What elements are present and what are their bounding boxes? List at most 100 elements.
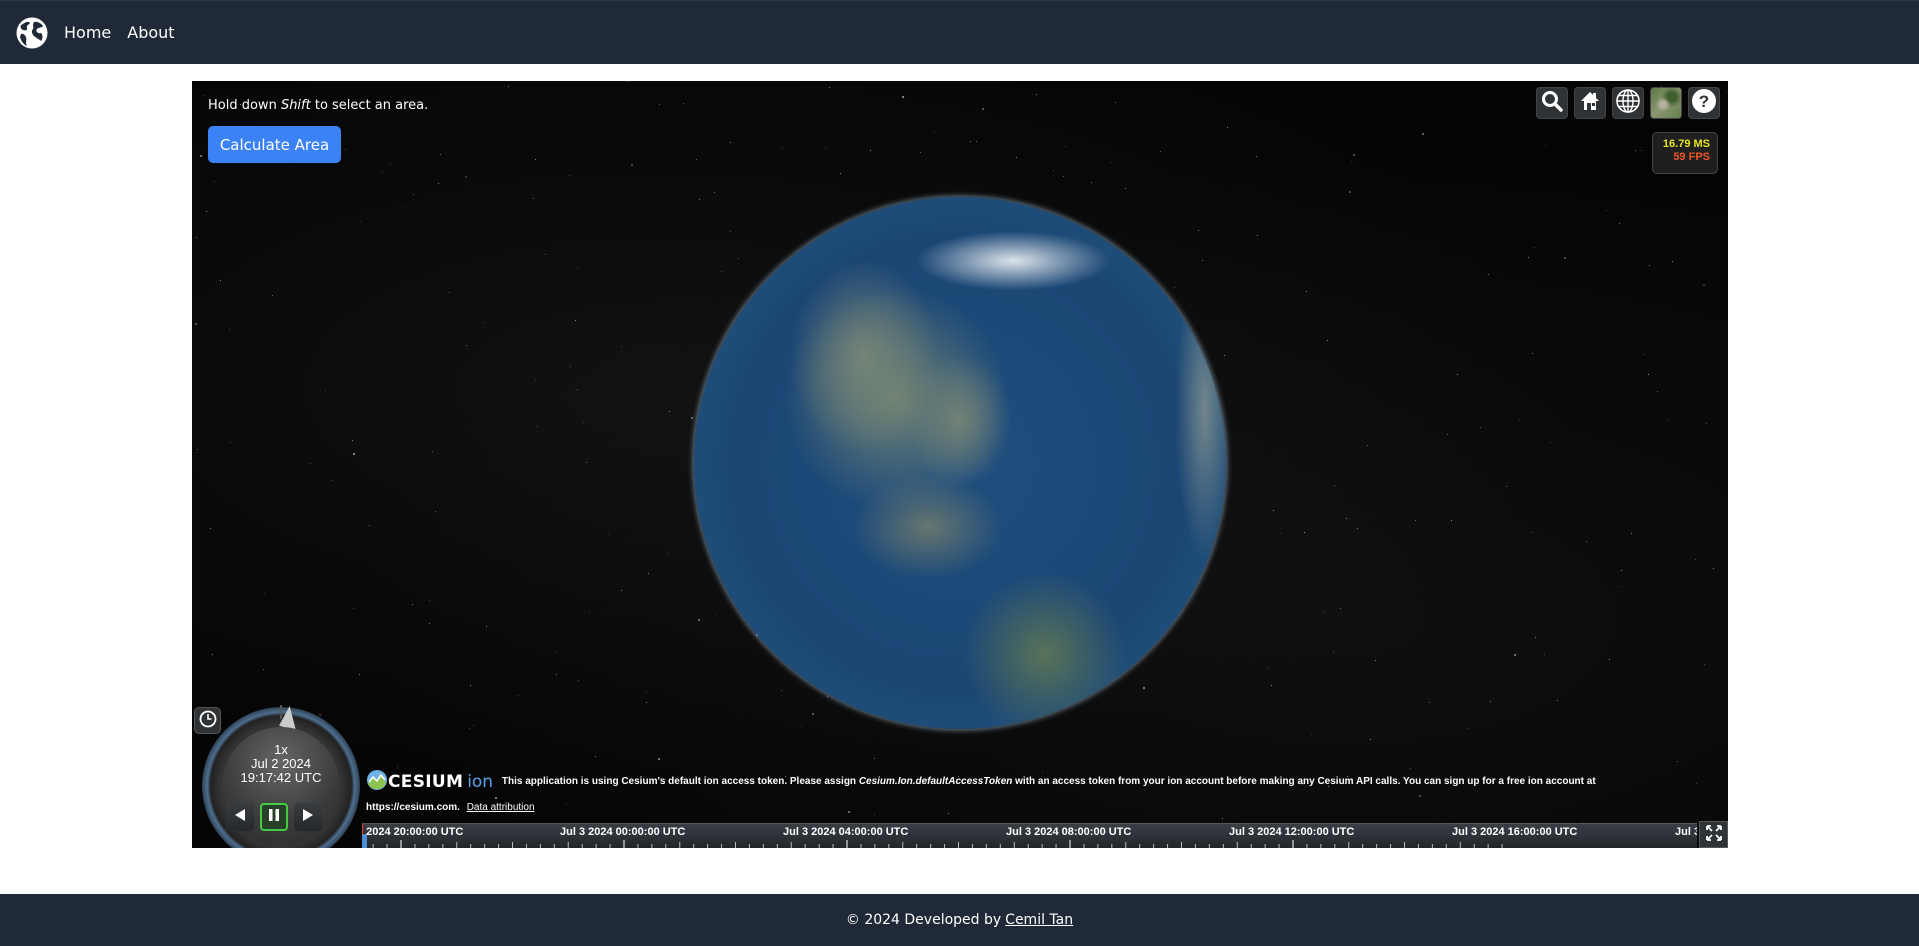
- star: [1224, 355, 1226, 357]
- star: [381, 171, 383, 173]
- star: [1550, 442, 1552, 444]
- star: [449, 292, 451, 294]
- star: [556, 674, 558, 676]
- star: [532, 198, 534, 200]
- star: [828, 87, 830, 89]
- footer-author-link[interactable]: Cemil Tan: [1005, 912, 1073, 928]
- timeline-label: Jul 3 2024 20:00:00 UTC: [1675, 826, 1697, 838]
- star: [1712, 568, 1714, 570]
- geocoder-search-button[interactable]: [1536, 87, 1568, 119]
- star: [555, 650, 557, 652]
- star: [1631, 533, 1633, 535]
- hint-key: Shift: [280, 98, 311, 113]
- star: [1421, 133, 1424, 136]
- pause-button[interactable]: [260, 803, 288, 831]
- timeline-ticks: [372, 840, 1503, 848]
- star: [1255, 156, 1257, 158]
- star: [1114, 102, 1116, 104]
- credits-container: CESIUM ion This application is using Ces…: [366, 769, 1696, 813]
- play-reverse-button[interactable]: [226, 803, 254, 831]
- earth-globe[interactable]: [694, 197, 1226, 729]
- star: [575, 319, 577, 321]
- cesium-ion-logo[interactable]: CESIUM ion: [366, 769, 493, 794]
- star: [1310, 733, 1312, 735]
- star: [1326, 340, 1328, 342]
- cesium-ion-text: ion: [467, 771, 494, 792]
- star: [1357, 528, 1359, 529]
- star: [1649, 265, 1651, 267]
- star: [412, 603, 414, 605]
- star: [1446, 433, 1448, 435]
- star: [199, 154, 202, 157]
- play-forward-button[interactable]: [294, 803, 322, 831]
- star: [1323, 611, 1325, 613]
- star: [1694, 558, 1696, 560]
- scene-mode-button[interactable]: [1612, 87, 1644, 119]
- star: [630, 163, 633, 166]
- animation-speed: 1x: [274, 742, 288, 757]
- star: [324, 390, 326, 392]
- cesium-viewer[interactable]: Hold down Shift to select an area. Calcu…: [192, 81, 1728, 848]
- star: [440, 153, 442, 155]
- calculate-area-button[interactable]: Calculate Area: [208, 126, 341, 163]
- star: [1053, 169, 1055, 171]
- timeline[interactable]: Jul 2 2024 20:00:00 UTC Jul 3 2024 00:00…: [362, 823, 1697, 848]
- frame-time: 16.79 MS: [1662, 138, 1710, 150]
- star: [483, 321, 485, 323]
- star: [1617, 586, 1619, 588]
- nav-link-home[interactable]: Home: [64, 23, 111, 42]
- star: [1451, 519, 1453, 521]
- credits-token-code: Cesium.Ion.defaultAccessToken: [858, 776, 1013, 788]
- star: [1535, 637, 1537, 639]
- star: [1160, 151, 1162, 153]
- home-button[interactable]: [1574, 87, 1606, 119]
- star: [608, 534, 610, 536]
- star: [229, 329, 230, 331]
- globe-icon[interactable]: [15, 16, 49, 50]
- clock-button[interactable]: [194, 707, 221, 734]
- star: [1348, 190, 1351, 193]
- star: [1518, 419, 1520, 421]
- star: [434, 510, 436, 512]
- star: [1279, 532, 1281, 534]
- animation-clock-text: 1x Jul 2 2024 19:17:42 UTC: [222, 743, 340, 785]
- star: [1648, 374, 1650, 376]
- timeline-scrubber-handle[interactable]: [362, 834, 367, 848]
- data-attribution-link[interactable]: Data attribution: [467, 802, 535, 813]
- footer-copyright: © 2024 Developed by: [845, 912, 1002, 928]
- star: [576, 267, 578, 269]
- nav-link-about[interactable]: About: [127, 23, 174, 42]
- star: [714, 615, 716, 617]
- star: [1634, 149, 1636, 151]
- star: [969, 141, 971, 143]
- credits-message-1: This application is using Cesium's defau…: [501, 776, 859, 788]
- timeline-label: Jul 3 2024 00:00:00 UTC: [560, 826, 686, 838]
- star: [595, 756, 597, 757]
- star: [782, 147, 784, 149]
- animation-date: Jul 2 2024: [251, 756, 311, 771]
- star: [1671, 261, 1673, 263]
- star: [1429, 701, 1431, 703]
- star: [645, 702, 647, 704]
- help-button[interactable]: ?: [1688, 87, 1720, 119]
- fullscreen-button[interactable]: [1699, 821, 1728, 848]
- star: [1640, 149, 1642, 151]
- base-layer-picker-button[interactable]: [1650, 87, 1682, 119]
- star: [263, 669, 265, 671]
- pause-icon: [267, 808, 281, 826]
- star: [698, 618, 701, 621]
- performance-display: 16.79 MS 59 FPS: [1652, 132, 1718, 174]
- star: [648, 573, 650, 575]
- star: [518, 694, 520, 696]
- timeline-label: Jul 3 2024 04:00:00 UTC: [783, 826, 909, 838]
- star: [1271, 684, 1273, 686]
- star: [214, 180, 216, 182]
- star: [220, 279, 222, 281]
- star: [1202, 259, 1204, 261]
- star: [211, 653, 213, 655]
- star: [824, 147, 826, 149]
- star: [620, 345, 622, 347]
- star: [271, 295, 273, 297]
- credits-line-2: https://cesium.com. Data attribution: [366, 802, 1696, 813]
- star: [534, 380, 536, 382]
